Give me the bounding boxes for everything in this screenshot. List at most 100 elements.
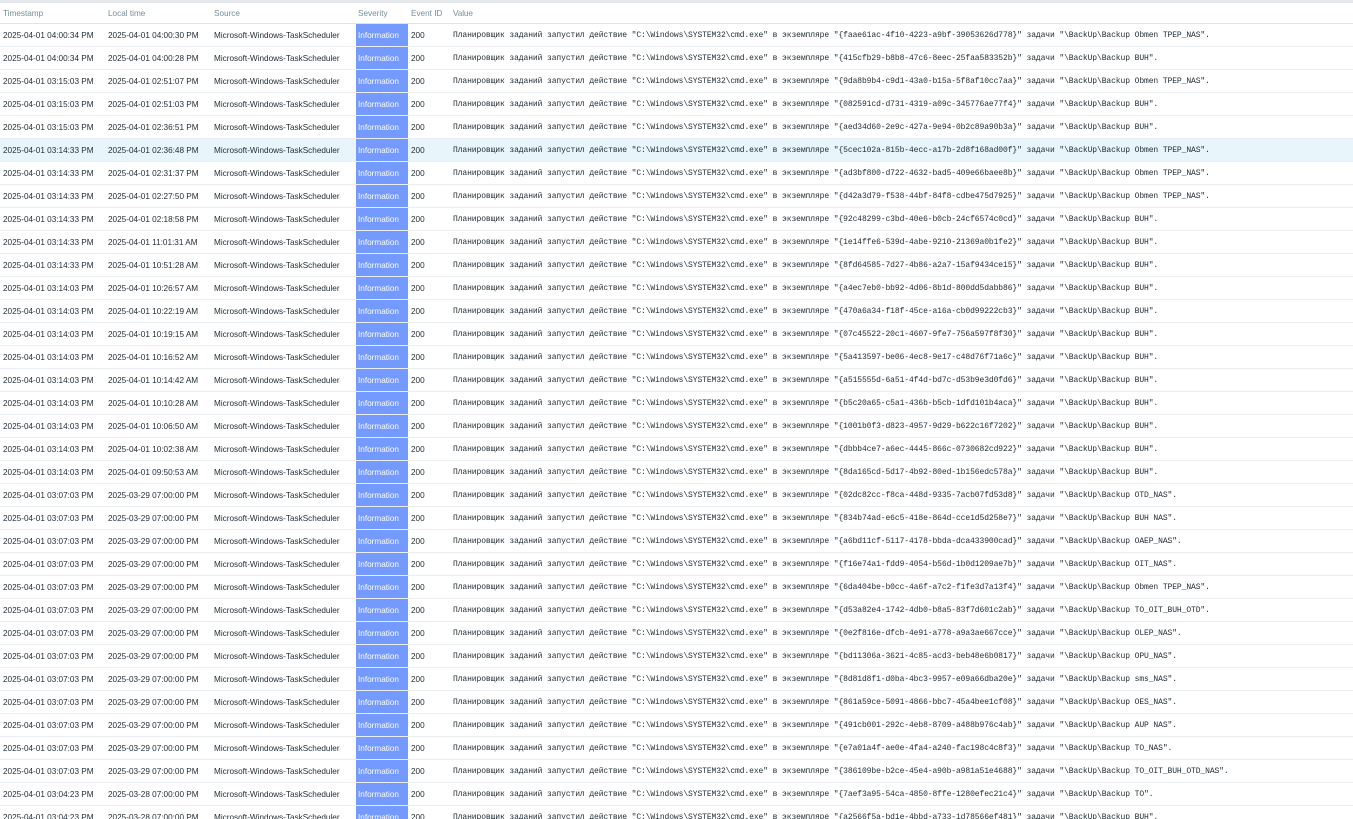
local-time-cell: 2025-04-01 02:31:37 PM (108, 168, 199, 178)
local-time-cell: 2025-04-01 10:10:28 AM (108, 398, 199, 408)
severity-badge: Information (356, 24, 408, 46)
local-time-cell: 2025-03-29 07:00:00 PM (108, 582, 199, 592)
timestamp-cell: 2025-04-01 03:07:03 PM (3, 674, 94, 684)
event-id-cell: 200 (411, 260, 425, 270)
local-time-cell: 2025-03-29 07:00:00 PM (108, 605, 199, 615)
source-cell: Microsoft-Windows-TaskScheduler (214, 398, 340, 408)
column-header-value[interactable]: Value (450, 9, 1353, 18)
value-cell: Планировщик заданий запустил действие "C… (453, 582, 1210, 592)
table-row[interactable]: 2025-04-01 03:14:33 PM 2025-04-01 02:31:… (0, 162, 1353, 185)
event-id-cell: 200 (411, 99, 425, 109)
table-row[interactable]: 2025-04-01 03:07:03 PM 2025-03-29 07:00:… (0, 691, 1353, 714)
local-time-cell: 2025-03-29 07:00:00 PM (108, 559, 199, 569)
table-row[interactable]: 2025-04-01 03:14:33 PM 2025-04-01 11:01:… (0, 231, 1353, 254)
local-time-cell: 2025-03-29 07:00:00 PM (108, 628, 199, 638)
column-header-timestamp[interactable]: Timestamp (0, 9, 106, 18)
table-row[interactable]: 2025-04-01 03:07:03 PM 2025-03-29 07:00:… (0, 576, 1353, 599)
local-time-cell: 2025-04-01 02:18:58 PM (108, 214, 199, 224)
event-id-cell: 200 (411, 306, 425, 316)
table-row[interactable]: 2025-04-01 03:14:03 PM 2025-04-01 10:02:… (0, 438, 1353, 461)
table-row[interactable]: 2025-04-01 03:15:03 PM 2025-04-01 02:36:… (0, 116, 1353, 139)
column-header-local-time[interactable]: Local time (106, 9, 212, 18)
value-cell: Планировщик заданий запустил действие "C… (453, 375, 1159, 385)
table-row[interactable]: 2025-04-01 03:07:03 PM 2025-03-29 07:00:… (0, 599, 1353, 622)
table-row[interactable]: 2025-04-01 03:04:23 PM 2025-03-28 07:00:… (0, 806, 1353, 819)
table-row[interactable]: 2025-04-01 03:07:03 PM 2025-03-29 07:00:… (0, 484, 1353, 507)
timestamp-cell: 2025-04-01 03:14:33 PM (3, 168, 94, 178)
source-cell: Microsoft-Windows-TaskScheduler (214, 766, 340, 776)
value-cell: Планировщик заданий запустил действие "C… (453, 99, 1159, 109)
table-row[interactable]: 2025-04-01 03:14:03 PM 2025-04-01 10:16:… (0, 346, 1353, 369)
timestamp-cell: 2025-04-01 03:14:33 PM (3, 214, 94, 224)
source-cell: Microsoft-Windows-TaskScheduler (214, 628, 340, 638)
table-row[interactable]: 2025-04-01 03:14:03 PM 2025-04-01 10:06:… (0, 415, 1353, 438)
severity-badge: Information (356, 392, 408, 414)
timestamp-cell: 2025-04-01 03:07:03 PM (3, 490, 94, 500)
source-cell: Microsoft-Windows-TaskScheduler (214, 559, 340, 569)
source-cell: Microsoft-Windows-TaskScheduler (214, 260, 340, 270)
table-row[interactable]: 2025-04-01 03:15:03 PM 2025-04-01 02:51:… (0, 93, 1353, 116)
table-row[interactable]: 2025-04-01 03:14:03 PM 2025-04-01 10:19:… (0, 323, 1353, 346)
table-row[interactable]: 2025-04-01 04:00:34 PM 2025-04-01 04:00:… (0, 47, 1353, 70)
value-cell: Планировщик заданий запустил действие "C… (453, 329, 1159, 339)
severity-badge: Information (356, 93, 408, 115)
value-cell: Планировщик заданий запустил действие "C… (453, 283, 1159, 293)
table-row[interactable]: 2025-04-01 03:07:03 PM 2025-03-29 07:00:… (0, 553, 1353, 576)
timestamp-cell: 2025-04-01 03:04:23 PM (3, 789, 94, 799)
event-id-cell: 200 (411, 559, 425, 569)
event-id-cell: 200 (411, 30, 425, 40)
table-row[interactable]: 2025-04-01 04:00:34 PM 2025-04-01 04:00:… (0, 24, 1353, 47)
severity-badge: Information (356, 231, 408, 253)
timestamp-cell: 2025-04-01 03:15:03 PM (3, 122, 94, 132)
table-row[interactable]: 2025-04-01 03:14:03 PM 2025-04-01 09:50:… (0, 461, 1353, 484)
table-row[interactable]: 2025-04-01 03:14:33 PM 2025-04-01 02:18:… (0, 208, 1353, 231)
severity-badge: Information (356, 300, 408, 322)
value-cell: Планировщик заданий запустил действие "C… (453, 122, 1159, 132)
table-row[interactable]: 2025-04-01 03:14:33 PM 2025-04-01 10:51:… (0, 254, 1353, 277)
table-row[interactable]: 2025-04-01 03:14:03 PM 2025-04-01 10:10:… (0, 392, 1353, 415)
table-row[interactable]: 2025-04-01 03:14:33 PM 2025-04-01 02:36:… (0, 139, 1353, 162)
column-header-severity[interactable]: Severity (356, 9, 408, 18)
column-header-source[interactable]: Source (212, 9, 356, 18)
table-row[interactable]: 2025-04-01 03:14:03 PM 2025-04-01 10:22:… (0, 300, 1353, 323)
timestamp-cell: 2025-04-01 03:14:03 PM (3, 398, 94, 408)
table-row[interactable]: 2025-04-01 03:15:03 PM 2025-04-01 02:51:… (0, 70, 1353, 93)
table-row[interactable]: 2025-04-01 03:07:03 PM 2025-03-29 07:00:… (0, 714, 1353, 737)
timestamp-cell: 2025-04-01 03:14:03 PM (3, 421, 94, 431)
severity-badge: Information (356, 254, 408, 276)
event-id-cell: 200 (411, 168, 425, 178)
table-row[interactable]: 2025-04-01 03:07:03 PM 2025-03-29 07:00:… (0, 530, 1353, 553)
timestamp-cell: 2025-04-01 03:14:03 PM (3, 352, 94, 362)
table-row[interactable]: 2025-04-01 03:07:03 PM 2025-03-29 07:00:… (0, 507, 1353, 530)
table-row[interactable]: 2025-04-01 03:04:23 PM 2025-03-28 07:00:… (0, 783, 1353, 806)
severity-badge: Information (356, 438, 408, 460)
table-row[interactable]: 2025-04-01 03:07:03 PM 2025-03-29 07:00:… (0, 668, 1353, 691)
severity-badge: Information (356, 622, 408, 644)
source-cell: Microsoft-Windows-TaskScheduler (214, 329, 340, 339)
severity-badge: Information (356, 139, 408, 161)
value-cell: Планировщик заданий запустил действие "C… (453, 191, 1210, 201)
local-time-cell: 2025-04-01 10:26:57 AM (108, 283, 199, 293)
table-row[interactable]: 2025-04-01 03:14:03 PM 2025-04-01 10:14:… (0, 369, 1353, 392)
event-id-cell: 200 (411, 214, 425, 224)
column-header-event-id[interactable]: Event ID (408, 9, 450, 18)
severity-badge: Information (356, 576, 408, 598)
timestamp-cell: 2025-04-01 03:07:03 PM (3, 605, 94, 615)
local-time-cell: 2025-04-01 04:00:30 PM (108, 30, 199, 40)
timestamp-cell: 2025-04-01 03:14:33 PM (3, 191, 94, 201)
table-row[interactable]: 2025-04-01 03:14:33 PM 2025-04-01 02:27:… (0, 185, 1353, 208)
table-row[interactable]: 2025-04-01 03:07:03 PM 2025-03-29 07:00:… (0, 622, 1353, 645)
timestamp-cell: 2025-04-01 03:14:33 PM (3, 260, 94, 270)
timestamp-cell: 2025-04-01 03:07:03 PM (3, 697, 94, 707)
table-row[interactable]: 2025-04-01 03:07:03 PM 2025-03-29 07:00:… (0, 760, 1353, 783)
event-id-cell: 200 (411, 582, 425, 592)
table-row[interactable]: 2025-04-01 03:07:03 PM 2025-03-29 07:00:… (0, 645, 1353, 668)
table-row[interactable]: 2025-04-01 03:14:03 PM 2025-04-01 10:26:… (0, 277, 1353, 300)
severity-badge: Information (356, 760, 408, 782)
event-id-cell: 200 (411, 444, 425, 454)
source-cell: Microsoft-Windows-TaskScheduler (214, 145, 340, 155)
local-time-cell: 2025-03-29 07:00:00 PM (108, 651, 199, 661)
timestamp-cell: 2025-04-01 03:14:03 PM (3, 306, 94, 316)
severity-badge: Information (356, 484, 408, 506)
table-row[interactable]: 2025-04-01 03:07:03 PM 2025-03-29 07:00:… (0, 737, 1353, 760)
